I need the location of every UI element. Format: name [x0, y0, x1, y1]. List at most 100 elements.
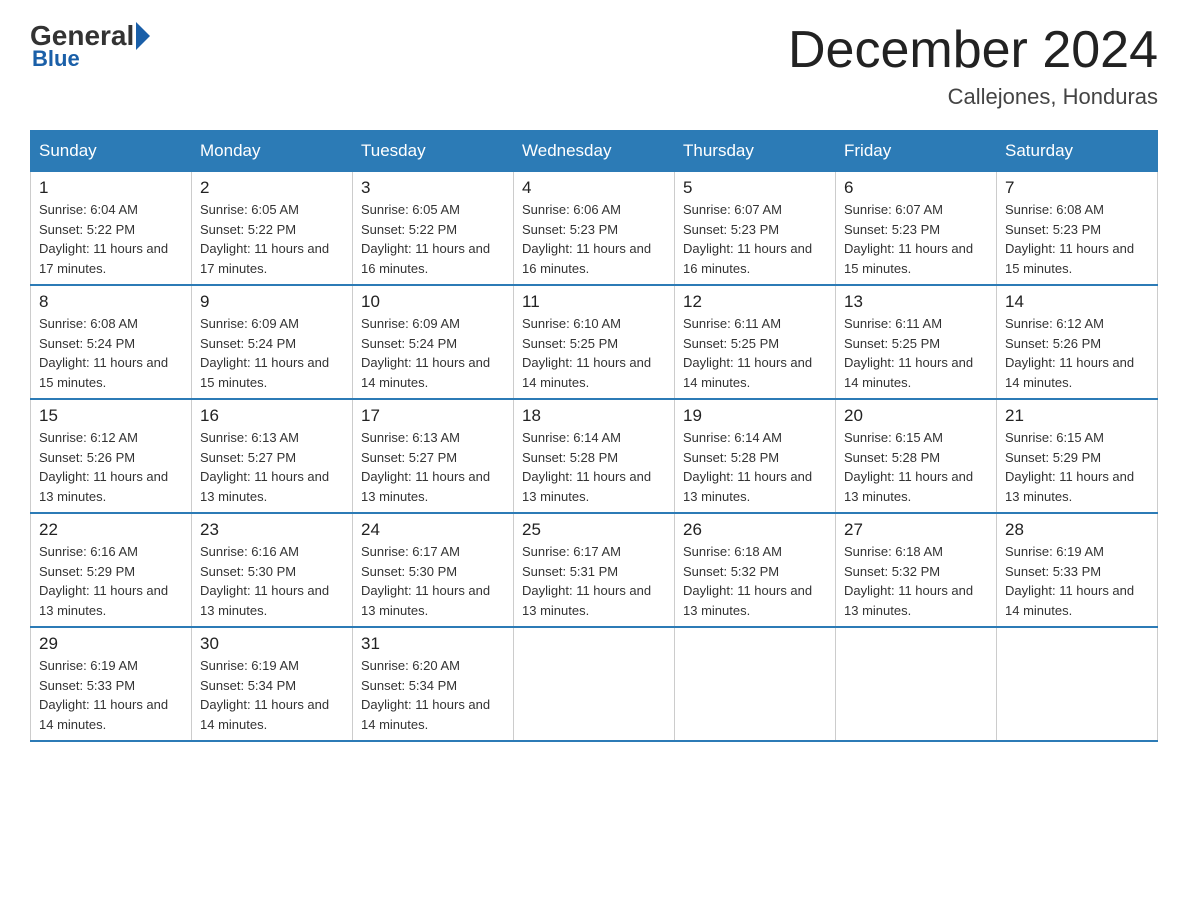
day-number: 31 — [361, 634, 505, 654]
calendar-cell: 3 Sunrise: 6:05 AM Sunset: 5:22 PM Dayli… — [353, 172, 514, 286]
day-number: 2 — [200, 178, 344, 198]
day-number: 19 — [683, 406, 827, 426]
day-number: 10 — [361, 292, 505, 312]
day-info: Sunrise: 6:12 AM Sunset: 5:26 PM Dayligh… — [39, 428, 183, 506]
day-number: 16 — [200, 406, 344, 426]
day-number: 7 — [1005, 178, 1149, 198]
calendar-cell: 12 Sunrise: 6:11 AM Sunset: 5:25 PM Dayl… — [675, 285, 836, 399]
day-info: Sunrise: 6:05 AM Sunset: 5:22 PM Dayligh… — [361, 200, 505, 278]
day-info: Sunrise: 6:07 AM Sunset: 5:23 PM Dayligh… — [683, 200, 827, 278]
day-info: Sunrise: 6:05 AM Sunset: 5:22 PM Dayligh… — [200, 200, 344, 278]
calendar-cell — [836, 627, 997, 741]
day-number: 5 — [683, 178, 827, 198]
calendar-cell: 6 Sunrise: 6:07 AM Sunset: 5:23 PM Dayli… — [836, 172, 997, 286]
logo-blue: Blue — [32, 46, 80, 72]
day-info: Sunrise: 6:19 AM Sunset: 5:33 PM Dayligh… — [1005, 542, 1149, 620]
calendar-cell: 1 Sunrise: 6:04 AM Sunset: 5:22 PM Dayli… — [31, 172, 192, 286]
calendar-cell — [514, 627, 675, 741]
day-info: Sunrise: 6:15 AM Sunset: 5:29 PM Dayligh… — [1005, 428, 1149, 506]
day-number: 22 — [39, 520, 183, 540]
page-subtitle: Callejones, Honduras — [788, 84, 1158, 110]
day-info: Sunrise: 6:13 AM Sunset: 5:27 PM Dayligh… — [200, 428, 344, 506]
calendar-cell: 18 Sunrise: 6:14 AM Sunset: 5:28 PM Dayl… — [514, 399, 675, 513]
day-number: 14 — [1005, 292, 1149, 312]
day-number: 21 — [1005, 406, 1149, 426]
header-wednesday: Wednesday — [514, 131, 675, 172]
calendar-cell: 15 Sunrise: 6:12 AM Sunset: 5:26 PM Dayl… — [31, 399, 192, 513]
page-title: December 2024 — [788, 20, 1158, 80]
day-info: Sunrise: 6:14 AM Sunset: 5:28 PM Dayligh… — [683, 428, 827, 506]
calendar-cell: 10 Sunrise: 6:09 AM Sunset: 5:24 PM Dayl… — [353, 285, 514, 399]
day-info: Sunrise: 6:08 AM Sunset: 5:23 PM Dayligh… — [1005, 200, 1149, 278]
calendar-cell — [997, 627, 1158, 741]
day-number: 1 — [39, 178, 183, 198]
calendar-cell: 25 Sunrise: 6:17 AM Sunset: 5:31 PM Dayl… — [514, 513, 675, 627]
calendar-cell: 29 Sunrise: 6:19 AM Sunset: 5:33 PM Dayl… — [31, 627, 192, 741]
day-number: 17 — [361, 406, 505, 426]
day-number: 13 — [844, 292, 988, 312]
day-number: 20 — [844, 406, 988, 426]
calendar-cell: 20 Sunrise: 6:15 AM Sunset: 5:28 PM Dayl… — [836, 399, 997, 513]
calendar-cell: 9 Sunrise: 6:09 AM Sunset: 5:24 PM Dayli… — [192, 285, 353, 399]
calendar-week-5: 29 Sunrise: 6:19 AM Sunset: 5:33 PM Dayl… — [31, 627, 1158, 741]
calendar-week-1: 1 Sunrise: 6:04 AM Sunset: 5:22 PM Dayli… — [31, 172, 1158, 286]
page-header: General Blue December 2024 Callejones, H… — [30, 20, 1158, 110]
day-info: Sunrise: 6:10 AM Sunset: 5:25 PM Dayligh… — [522, 314, 666, 392]
day-number: 4 — [522, 178, 666, 198]
title-section: December 2024 Callejones, Honduras — [788, 20, 1158, 110]
calendar-cell: 2 Sunrise: 6:05 AM Sunset: 5:22 PM Dayli… — [192, 172, 353, 286]
day-number: 6 — [844, 178, 988, 198]
calendar-cell: 23 Sunrise: 6:16 AM Sunset: 5:30 PM Dayl… — [192, 513, 353, 627]
day-info: Sunrise: 6:11 AM Sunset: 5:25 PM Dayligh… — [683, 314, 827, 392]
day-info: Sunrise: 6:15 AM Sunset: 5:28 PM Dayligh… — [844, 428, 988, 506]
calendar-cell: 24 Sunrise: 6:17 AM Sunset: 5:30 PM Dayl… — [353, 513, 514, 627]
header-tuesday: Tuesday — [353, 131, 514, 172]
calendar-week-2: 8 Sunrise: 6:08 AM Sunset: 5:24 PM Dayli… — [31, 285, 1158, 399]
day-info: Sunrise: 6:13 AM Sunset: 5:27 PM Dayligh… — [361, 428, 505, 506]
calendar-cell: 31 Sunrise: 6:20 AM Sunset: 5:34 PM Dayl… — [353, 627, 514, 741]
calendar-cell: 17 Sunrise: 6:13 AM Sunset: 5:27 PM Dayl… — [353, 399, 514, 513]
day-info: Sunrise: 6:08 AM Sunset: 5:24 PM Dayligh… — [39, 314, 183, 392]
header-row: SundayMondayTuesdayWednesdayThursdayFrid… — [31, 131, 1158, 172]
day-info: Sunrise: 6:19 AM Sunset: 5:33 PM Dayligh… — [39, 656, 183, 734]
day-info: Sunrise: 6:18 AM Sunset: 5:32 PM Dayligh… — [844, 542, 988, 620]
day-info: Sunrise: 6:12 AM Sunset: 5:26 PM Dayligh… — [1005, 314, 1149, 392]
calendar-cell: 11 Sunrise: 6:10 AM Sunset: 5:25 PM Dayl… — [514, 285, 675, 399]
day-number: 12 — [683, 292, 827, 312]
header-sunday: Sunday — [31, 131, 192, 172]
day-number: 28 — [1005, 520, 1149, 540]
calendar-week-3: 15 Sunrise: 6:12 AM Sunset: 5:26 PM Dayl… — [31, 399, 1158, 513]
calendar-cell: 27 Sunrise: 6:18 AM Sunset: 5:32 PM Dayl… — [836, 513, 997, 627]
day-info: Sunrise: 6:11 AM Sunset: 5:25 PM Dayligh… — [844, 314, 988, 392]
calendar-cell: 22 Sunrise: 6:16 AM Sunset: 5:29 PM Dayl… — [31, 513, 192, 627]
day-number: 18 — [522, 406, 666, 426]
day-number: 9 — [200, 292, 344, 312]
calendar-cell: 8 Sunrise: 6:08 AM Sunset: 5:24 PM Dayli… — [31, 285, 192, 399]
calendar-cell: 16 Sunrise: 6:13 AM Sunset: 5:27 PM Dayl… — [192, 399, 353, 513]
calendar-header: SundayMondayTuesdayWednesdayThursdayFrid… — [31, 131, 1158, 172]
day-number: 25 — [522, 520, 666, 540]
day-info: Sunrise: 6:04 AM Sunset: 5:22 PM Dayligh… — [39, 200, 183, 278]
calendar-cell: 7 Sunrise: 6:08 AM Sunset: 5:23 PM Dayli… — [997, 172, 1158, 286]
day-number: 8 — [39, 292, 183, 312]
header-thursday: Thursday — [675, 131, 836, 172]
day-info: Sunrise: 6:16 AM Sunset: 5:29 PM Dayligh… — [39, 542, 183, 620]
calendar-cell: 30 Sunrise: 6:19 AM Sunset: 5:34 PM Dayl… — [192, 627, 353, 741]
day-info: Sunrise: 6:06 AM Sunset: 5:23 PM Dayligh… — [522, 200, 666, 278]
calendar-cell: 14 Sunrise: 6:12 AM Sunset: 5:26 PM Dayl… — [997, 285, 1158, 399]
day-number: 29 — [39, 634, 183, 654]
day-info: Sunrise: 6:14 AM Sunset: 5:28 PM Dayligh… — [522, 428, 666, 506]
calendar-table: SundayMondayTuesdayWednesdayThursdayFrid… — [30, 130, 1158, 742]
day-number: 27 — [844, 520, 988, 540]
calendar-cell: 19 Sunrise: 6:14 AM Sunset: 5:28 PM Dayl… — [675, 399, 836, 513]
day-info: Sunrise: 6:07 AM Sunset: 5:23 PM Dayligh… — [844, 200, 988, 278]
day-number: 3 — [361, 178, 505, 198]
day-number: 30 — [200, 634, 344, 654]
logo: General Blue — [30, 20, 152, 72]
day-number: 23 — [200, 520, 344, 540]
calendar-week-4: 22 Sunrise: 6:16 AM Sunset: 5:29 PM Dayl… — [31, 513, 1158, 627]
calendar-cell: 4 Sunrise: 6:06 AM Sunset: 5:23 PM Dayli… — [514, 172, 675, 286]
header-friday: Friday — [836, 131, 997, 172]
day-info: Sunrise: 6:16 AM Sunset: 5:30 PM Dayligh… — [200, 542, 344, 620]
day-number: 24 — [361, 520, 505, 540]
